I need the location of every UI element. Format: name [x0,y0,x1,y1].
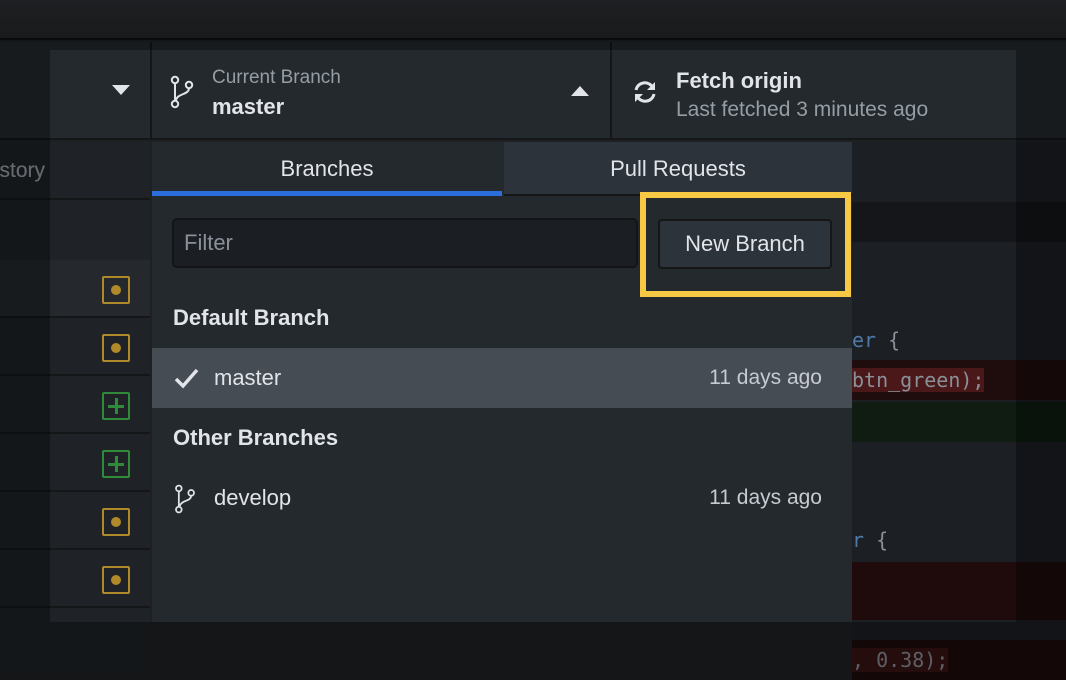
file-row[interactable] [0,260,150,318]
branch-icon [170,75,194,109]
added-icon [102,450,130,478]
modified-icon [102,334,130,362]
current-branch-label: Current Branch [212,67,341,88]
file-row[interactable] [0,492,150,550]
fetch-title: Fetch origin [676,68,802,93]
default-branch-header: Default Branch [173,305,330,330]
branch-dropdown: Branches Pull Requests New Branch Defaul… [152,142,852,622]
tab-branches[interactable]: Branches [152,142,502,196]
branch-time: 11 days ago [709,366,822,389]
caret-up-icon [571,86,589,96]
current-branch-button[interactable]: Current Branch master [152,42,612,140]
caret-down-icon [112,85,130,95]
filter-input[interactable] [172,218,638,268]
diff-line-deleted [852,562,1066,620]
diff-line: er { [852,328,901,352]
diff-line-added [852,402,1066,442]
tab-pull-requests[interactable]: Pull Requests [504,142,852,196]
branch-icon [175,484,195,514]
modified-icon [102,276,130,304]
diff-line: r { [852,528,889,552]
branch-name: develop [214,485,292,510]
title-bar [0,0,1066,40]
branch-item-master[interactable]: master 11 days ago [152,348,852,408]
diff-line-deleted: btn_green); [852,360,1066,400]
tab-history[interactable]: History story [0,142,150,200]
file-row[interactable] [0,434,150,492]
fetch-subtitle: Last fetched 3 minutes ago [676,98,929,121]
current-branch-name: master [212,94,285,119]
diff-view: er { btn_green); r { , 0.38); [852,142,1066,680]
toolbar: Current Branch master Fetch origin Last … [0,42,1066,140]
branch-time: 11 days ago [709,486,822,509]
diff-line-deleted: , 0.38); [852,640,1066,680]
diff-brace: { [888,328,901,352]
new-branch-button[interactable]: New Branch [658,219,832,269]
file-row[interactable] [0,376,150,434]
other-branches-header: Other Branches [173,425,339,450]
branch-name: master [214,365,282,390]
history-tab-visible-text: story [0,159,45,182]
modified-icon [102,508,130,536]
sync-icon [634,81,656,103]
branch-item-develop[interactable]: develop 11 days ago [152,468,852,528]
modified-icon [102,566,130,594]
added-icon [102,392,130,420]
sidebar: History story [0,142,150,672]
fetch-origin-button[interactable]: Fetch origin Last fetched 3 minutes ago [612,42,1066,140]
current-repository-button[interactable] [0,42,152,140]
checkmark-icon [174,368,199,389]
file-row[interactable] [0,318,150,376]
file-row[interactable] [0,550,150,608]
